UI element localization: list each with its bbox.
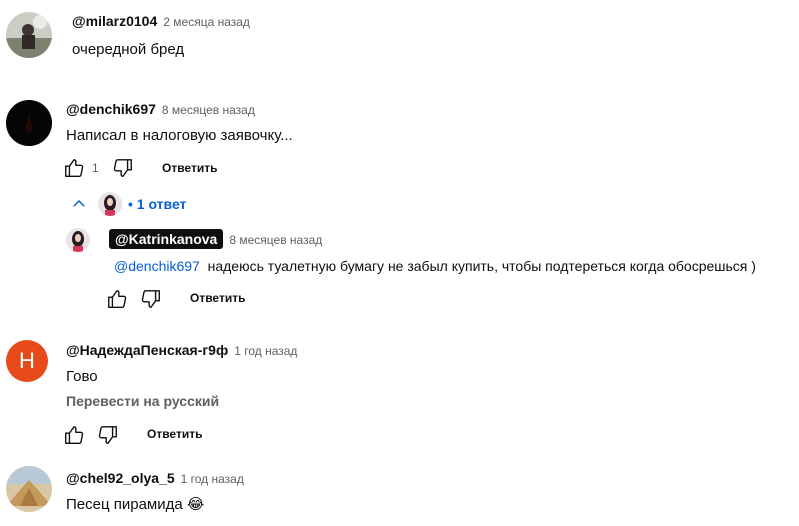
reply-button[interactable]: Ответить [147,427,202,441]
avatar[interactable] [66,228,90,252]
comment-author[interactable]: @НадеждаПенская-г9ф [66,342,228,358]
comment-time[interactable]: 2 месяца назад [163,15,250,29]
comment-author[interactable]: @milarz0104 [72,13,157,29]
thumbs-up-icon[interactable] [63,157,85,179]
comment-author[interactable]: @denchik697 [66,101,156,117]
comment-header: @НадеждаПенская-г9ф 1 год назад [66,342,297,360]
comment-author[interactable]: @chel92_olya_5 [66,470,175,486]
avatar[interactable]: Н [6,340,48,382]
comment-text: Песец пирамида 😂 [66,496,205,513]
thumbs-down-icon[interactable] [140,288,162,310]
translate-link[interactable]: Перевести на русский [66,393,219,409]
avatar[interactable] [6,12,52,58]
reply-text: надеюсь туалетную бумагу не забыл купить… [207,258,756,274]
reply-time[interactable]: 8 месяцев назад [229,233,322,247]
thumbs-up-icon[interactable] [106,288,128,310]
avatar-letter: Н [19,348,35,373]
reply-header: @Katrinkanova 8 месяцев назад [109,229,322,249]
like-count: 1 [92,161,99,175]
reply-button[interactable]: Ответить [190,291,245,305]
reply-button[interactable]: Ответить [162,161,217,175]
thumbs-up-icon[interactable] [63,424,85,446]
avatar[interactable] [6,466,52,512]
comment-header: @chel92_olya_5 1 год назад [66,470,244,488]
chevron-up-icon [73,199,85,207]
comment-time[interactable]: 8 месяцев назад [162,103,255,117]
thumbs-down-icon[interactable] [112,157,134,179]
thumbs-down-icon[interactable] [97,424,119,446]
comment-header: @milarz0104 2 месяца назад [72,13,250,31]
replies-count: • 1 ответ [128,196,187,212]
comment-header: @denchik697 8 месяцев назад [66,101,255,119]
replies-toggle[interactable]: • 1 ответ [70,192,186,216]
comment-time[interactable]: 1 год назад [234,344,297,358]
comment-text: очередной бред [72,41,185,58]
comment-text: Гово [66,368,98,385]
comment-time[interactable]: 1 год назад [181,472,244,486]
reply-text-line: @denchik697 надеюсь туалетную бумагу не … [114,258,756,274]
reply-author[interactable]: @Katrinkanova [109,229,224,249]
avatar [98,192,122,216]
comment-text: Написал в налоговую заявочку... [66,127,293,144]
avatar[interactable] [6,100,52,146]
mention-link[interactable]: @denchik697 [114,258,200,274]
